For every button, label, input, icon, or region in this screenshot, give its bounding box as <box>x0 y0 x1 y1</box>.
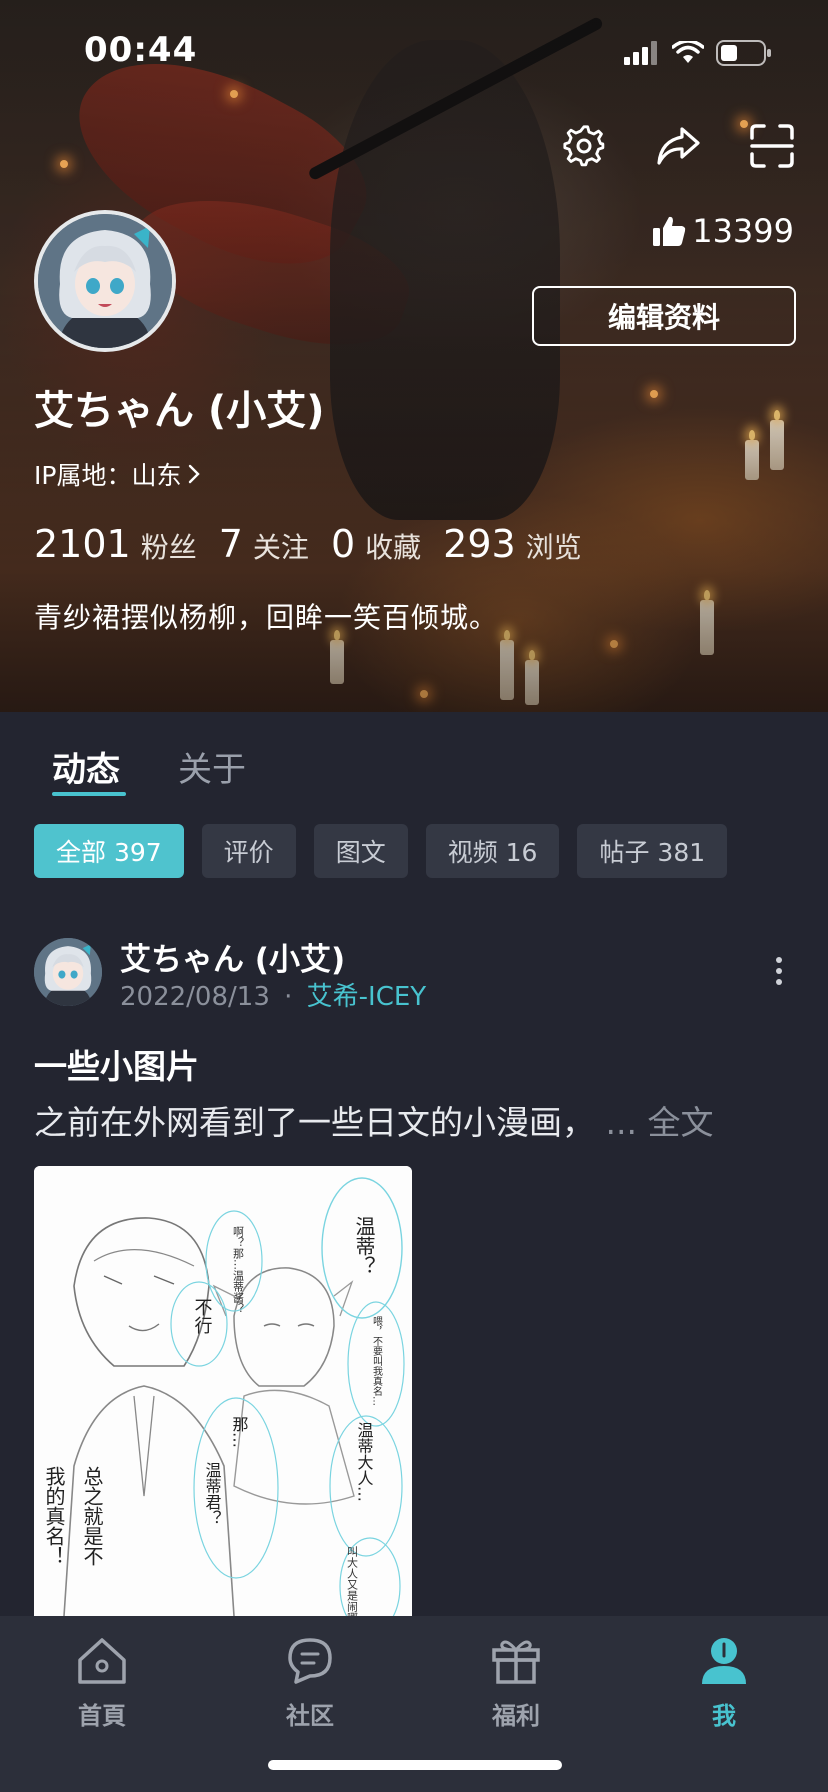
nav-community[interactable]: 社区 <box>250 1636 370 1731</box>
post-excerpt-ellipsis: ... <box>605 1103 637 1142</box>
settings-button[interactable] <box>558 120 610 172</box>
nav-benefits[interactable]: 福利 <box>456 1636 576 1731</box>
read-full-link[interactable]: 全文 <box>647 1103 713 1142</box>
ip-location[interactable]: IP属地：山东 <box>34 456 201 492</box>
avatar-image <box>34 938 102 1006</box>
post-header: 艾ちゃん (小艾) 2022/08/13 · 艾希-ICEY <box>34 934 794 1012</box>
tab-active-indicator <box>52 792 126 796</box>
nav-me[interactable]: 我 <box>664 1636 784 1731</box>
share-icon <box>657 127 700 165</box>
nav-community-label: 社区 <box>286 1702 334 1730</box>
manga-text: 啊？那…温蒂酱？ <box>232 1226 245 1314</box>
filter-videos[interactable]: 视频 16 <box>425 824 560 878</box>
post-image[interactable]: 温蒂？ 啊？那…温蒂酱？ 不行 喂，不要叫我真名… 那… 温蒂君？ 温蒂大人… … <box>34 1166 412 1616</box>
manga-text: 不行 <box>192 1298 213 1334</box>
stat-views: 293 浏览 <box>443 522 582 566</box>
scan-icon <box>750 124 794 168</box>
post-title[interactable]: 一些小图片 <box>34 1040 199 1088</box>
manga-text: 那… <box>230 1416 249 1448</box>
filter-posts[interactable]: 帖子 381 <box>577 824 728 878</box>
post-date: 2022/08/13 <box>120 982 270 1012</box>
nav-home[interactable]: 首頁 <box>42 1636 162 1731</box>
post-excerpt[interactable]: 之前在外网看到了一些日文的小漫画， ... 全文 <box>34 1096 794 1144</box>
likes-value: 13399 <box>692 212 794 250</box>
meta-separator: · <box>284 982 293 1012</box>
nav-me-label: 我 <box>712 1702 736 1730</box>
tab-about[interactable]: 关于 <box>178 742 246 791</box>
community-icon <box>288 1638 332 1684</box>
post-game-link[interactable]: 艾希-ICEY <box>307 982 427 1012</box>
profile-stats: 2101 粉丝 7 关注 0 收藏 293 浏览 <box>34 522 582 566</box>
gift-icon <box>492 1640 540 1684</box>
home-icon <box>78 1638 126 1684</box>
profile-icon <box>702 1638 746 1684</box>
top-actions <box>558 120 798 172</box>
more-dot <box>776 968 782 974</box>
ip-location-text: IP属地：山东 <box>34 461 182 490</box>
profile-avatar[interactable] <box>34 210 176 352</box>
share-button[interactable] <box>652 120 704 172</box>
status-time: 00:44 <box>84 30 198 70</box>
post-excerpt-text: 之前在外网看到了一些日文的小漫画， <box>34 1103 595 1142</box>
more-dot <box>776 957 782 963</box>
post-meta: 2022/08/13 · 艾希-ICEY <box>120 976 426 1013</box>
status-icons <box>624 40 772 66</box>
filter-all[interactable]: 全部 397 <box>34 824 184 878</box>
nav-home-label: 首頁 <box>78 1702 126 1730</box>
manga-text: 喂，不要叫我真名… <box>371 1316 383 1406</box>
chevron-right-icon <box>189 464 201 484</box>
battery-icon <box>716 40 771 66</box>
filter-chips: 全部 397 评价 图文 视频 16 帖子 381 <box>34 824 728 878</box>
gear-icon <box>563 125 605 167</box>
manga-text: 总之就是不 <box>80 1466 104 1566</box>
stat-fans[interactable]: 2101 粉丝 <box>34 522 197 566</box>
scan-button[interactable] <box>746 120 798 172</box>
manga-sketch: 温蒂？ 啊？那…温蒂酱？ 不行 喂，不要叫我真名… 那… 温蒂君？ 温蒂大人… … <box>34 1166 412 1616</box>
profile-bio: 青纱裙摆似杨柳，回眸一笑百倾城。 <box>34 601 499 634</box>
stat-favorites[interactable]: 0 收藏 <box>331 522 421 566</box>
wifi-icon <box>672 41 704 63</box>
filter-images[interactable]: 图文 <box>313 824 408 878</box>
home-indicator <box>268 1760 562 1770</box>
avatar-image <box>38 214 172 348</box>
profile-username: 艾ちゃん (小艾) <box>34 388 325 434</box>
stat-following[interactable]: 7 关注 <box>219 522 309 566</box>
manga-text: 温蒂？ <box>352 1216 376 1276</box>
filter-reviews[interactable]: 评价 <box>201 824 296 878</box>
more-dot <box>776 979 782 985</box>
thumbs-up-icon <box>653 216 686 246</box>
manga-text: 温蒂大人… <box>355 1422 374 1502</box>
post-author-avatar[interactable] <box>34 938 102 1006</box>
manga-text: 我的真名！ <box>42 1466 66 1566</box>
manga-text: 叫大人又是闹哪出啊？ <box>346 1546 359 1616</box>
manga-text: 温蒂君？ <box>203 1462 222 1526</box>
post-more-button[interactable] <box>764 956 794 986</box>
nav-benefits-label: 福利 <box>492 1702 540 1730</box>
post-author-name[interactable]: 艾ちゃん (小艾) <box>120 934 345 979</box>
likes-count: 13399 <box>652 212 794 250</box>
tab-activity[interactable]: 动态 <box>52 742 120 791</box>
edit-profile-button[interactable]: 编辑资料 <box>532 286 796 346</box>
signal-icon <box>624 41 657 65</box>
